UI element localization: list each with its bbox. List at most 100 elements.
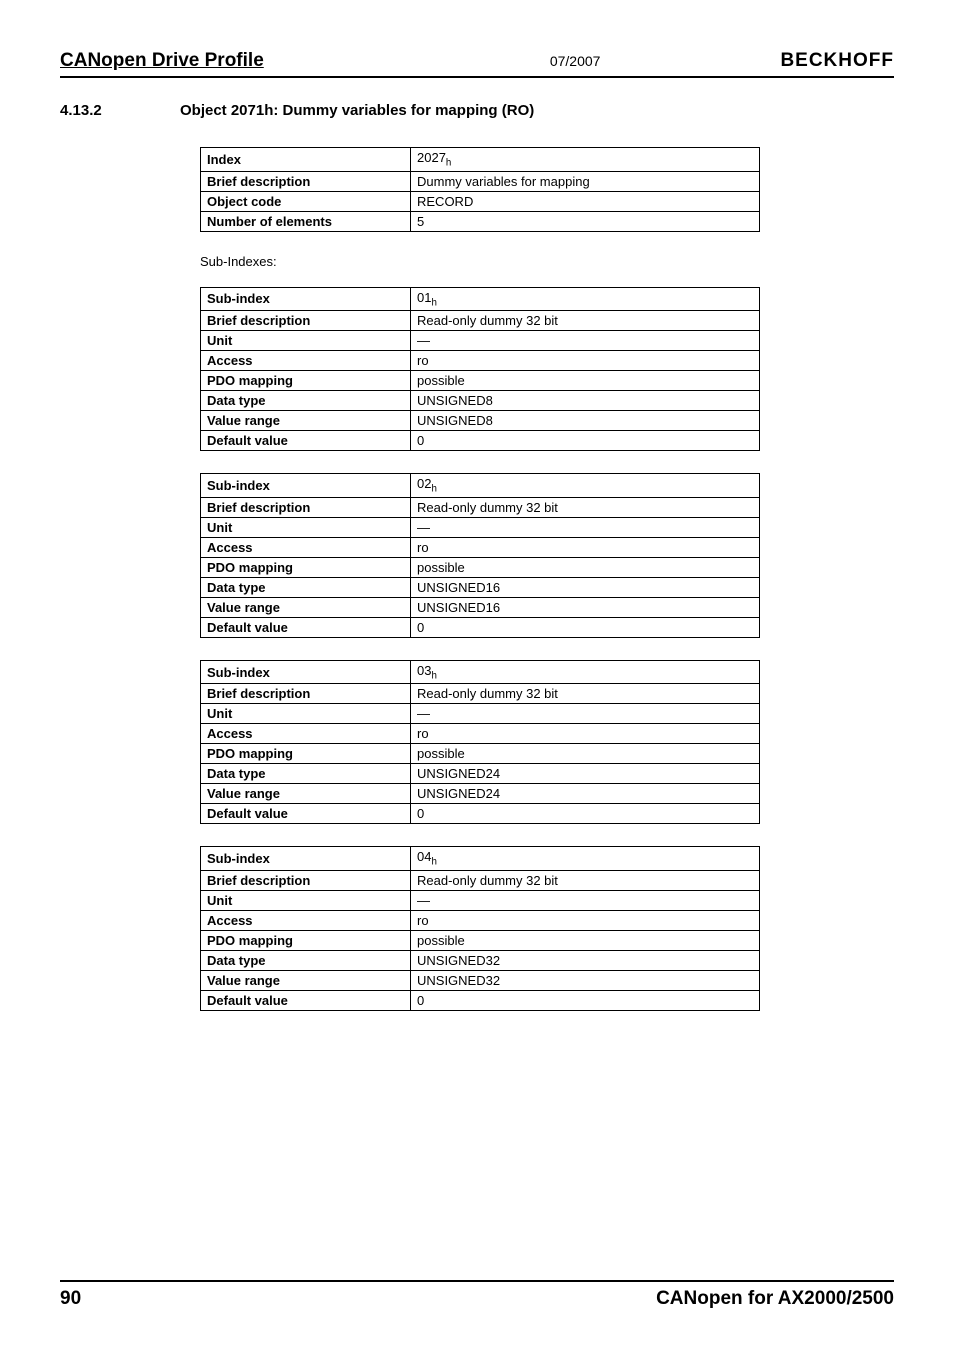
subindex-row: Default value0 bbox=[201, 990, 760, 1010]
subindexes-label: Sub-Indexes: bbox=[200, 254, 894, 269]
subindex-value: UNSIGNED8 bbox=[411, 391, 760, 411]
subindex-label: Default value bbox=[201, 804, 411, 824]
subindex-row: PDO mappingpossible bbox=[201, 744, 760, 764]
subindex-value: ro bbox=[411, 724, 760, 744]
subindex-value: — bbox=[411, 704, 760, 724]
subindex-row: Unit— bbox=[201, 890, 760, 910]
subindex-value: possible bbox=[411, 930, 760, 950]
subindex-label: Default value bbox=[201, 617, 411, 637]
subindex-value: possible bbox=[411, 371, 760, 391]
subindex-label: Brief description bbox=[201, 497, 411, 517]
main-table-row: Index2027h bbox=[201, 148, 760, 172]
subindex-value: 01h bbox=[411, 287, 760, 311]
subindex-label: PDO mapping bbox=[201, 371, 411, 391]
subindex-label: Unit bbox=[201, 517, 411, 537]
subindex-label: Access bbox=[201, 724, 411, 744]
subindex-row: Data typeUNSIGNED32 bbox=[201, 950, 760, 970]
page-header: CANopen Drive Profile 07/2007 BECKHOFF bbox=[60, 50, 894, 78]
subindex-value: UNSIGNED16 bbox=[411, 597, 760, 617]
subindex-value: 03h bbox=[411, 660, 760, 684]
subindex-row: Sub-index04h bbox=[201, 847, 760, 871]
subindex-value: Read-only dummy 32 bit bbox=[411, 684, 760, 704]
subindex-value: UNSIGNED8 bbox=[411, 411, 760, 431]
subindex-row: Unit— bbox=[201, 517, 760, 537]
subindex-label: Value range bbox=[201, 597, 411, 617]
subindex-value: 0 bbox=[411, 617, 760, 637]
subindex-row: Default value0 bbox=[201, 431, 760, 451]
section-number: 4.13.2 bbox=[60, 102, 180, 119]
subindex-label: PDO mapping bbox=[201, 557, 411, 577]
header-left: CANopen Drive Profile bbox=[60, 50, 550, 72]
subindex-value: Read-only dummy 32 bit bbox=[411, 311, 760, 331]
subindex-value: ro bbox=[411, 537, 760, 557]
subindex-value: UNSIGNED32 bbox=[411, 970, 760, 990]
main-table-label: Index bbox=[201, 148, 411, 172]
subindex-label: PDO mapping bbox=[201, 744, 411, 764]
main-table-label: Brief description bbox=[201, 171, 411, 191]
subindex-row: Sub-index03h bbox=[201, 660, 760, 684]
subindex-value: UNSIGNED16 bbox=[411, 577, 760, 597]
subindex-label: Data type bbox=[201, 391, 411, 411]
subindex-row: Unit— bbox=[201, 331, 760, 351]
main-table-value: 2027h bbox=[411, 148, 760, 172]
subindex-value: ro bbox=[411, 910, 760, 930]
subindex-row: PDO mappingpossible bbox=[201, 930, 760, 950]
subindex-label: Brief description bbox=[201, 311, 411, 331]
subindex-table: Sub-index03hBrief descriptionRead-only d… bbox=[200, 660, 760, 825]
subindex-row: Brief descriptionRead-only dummy 32 bit bbox=[201, 684, 760, 704]
subindex-label: Unit bbox=[201, 331, 411, 351]
page-number: 90 bbox=[60, 1288, 656, 1310]
subindex-label: Brief description bbox=[201, 684, 411, 704]
subindex-row: Data typeUNSIGNED16 bbox=[201, 577, 760, 597]
subindex-table: Sub-index02hBrief descriptionRead-only d… bbox=[200, 473, 760, 638]
subindex-label: Value range bbox=[201, 784, 411, 804]
subindex-value: 02h bbox=[411, 474, 760, 498]
section-heading: 4.13.2 Object 2071h: Dummy variables for… bbox=[60, 102, 894, 119]
footer-title: CANopen for AX2000/2500 bbox=[656, 1288, 894, 1310]
subindex-row: Brief descriptionRead-only dummy 32 bit bbox=[201, 497, 760, 517]
subindex-row: Accessro bbox=[201, 351, 760, 371]
subindex-row: Default value0 bbox=[201, 804, 760, 824]
subindex-value: UNSIGNED24 bbox=[411, 764, 760, 784]
subindex-value: — bbox=[411, 517, 760, 537]
subindex-value: UNSIGNED32 bbox=[411, 950, 760, 970]
subindex-label: Default value bbox=[201, 990, 411, 1010]
main-table-label: Number of elements bbox=[201, 211, 411, 231]
page-footer: 90 CANopen for AX2000/2500 bbox=[60, 1280, 894, 1310]
subindex-row: Default value0 bbox=[201, 617, 760, 637]
subindex-label: Access bbox=[201, 910, 411, 930]
subindex-value: possible bbox=[411, 744, 760, 764]
subindex-label: Default value bbox=[201, 431, 411, 451]
main-table-value: Dummy variables for mapping bbox=[411, 171, 760, 191]
main-table-row: Brief descriptionDummy variables for map… bbox=[201, 171, 760, 191]
subindex-row: Sub-index02h bbox=[201, 474, 760, 498]
subindex-table: Sub-index04hBrief descriptionRead-only d… bbox=[200, 846, 760, 1011]
subindex-label: Value range bbox=[201, 970, 411, 990]
subindex-row: Value rangeUNSIGNED8 bbox=[201, 411, 760, 431]
subindex-row: Brief descriptionRead-only dummy 32 bit bbox=[201, 311, 760, 331]
subindex-label: Brief description bbox=[201, 870, 411, 890]
main-table-row: Number of elements5 bbox=[201, 211, 760, 231]
subindex-value: — bbox=[411, 331, 760, 351]
subindex-label: PDO mapping bbox=[201, 930, 411, 950]
subindex-value: UNSIGNED24 bbox=[411, 784, 760, 804]
subindex-value: 0 bbox=[411, 990, 760, 1010]
subindex-label: Unit bbox=[201, 704, 411, 724]
subindex-label: Data type bbox=[201, 577, 411, 597]
subindex-row: Value rangeUNSIGNED32 bbox=[201, 970, 760, 990]
subindex-row: PDO mappingpossible bbox=[201, 371, 760, 391]
subindex-label: Sub-index bbox=[201, 660, 411, 684]
subindex-value: possible bbox=[411, 557, 760, 577]
subindex-row: Data typeUNSIGNED8 bbox=[201, 391, 760, 411]
header-brand: BECKHOFF bbox=[780, 50, 894, 72]
main-table-row: Object codeRECORD bbox=[201, 191, 760, 211]
subindex-value: 04h bbox=[411, 847, 760, 871]
subindex-label: Data type bbox=[201, 764, 411, 784]
subindex-label: Sub-index bbox=[201, 847, 411, 871]
subindex-row: Data typeUNSIGNED24 bbox=[201, 764, 760, 784]
subindex-row: Accessro bbox=[201, 724, 760, 744]
subindex-label: Access bbox=[201, 351, 411, 371]
subindex-table: Sub-index01hBrief descriptionRead-only d… bbox=[200, 287, 760, 452]
subindex-row: Accessro bbox=[201, 910, 760, 930]
subindex-value: Read-only dummy 32 bit bbox=[411, 497, 760, 517]
